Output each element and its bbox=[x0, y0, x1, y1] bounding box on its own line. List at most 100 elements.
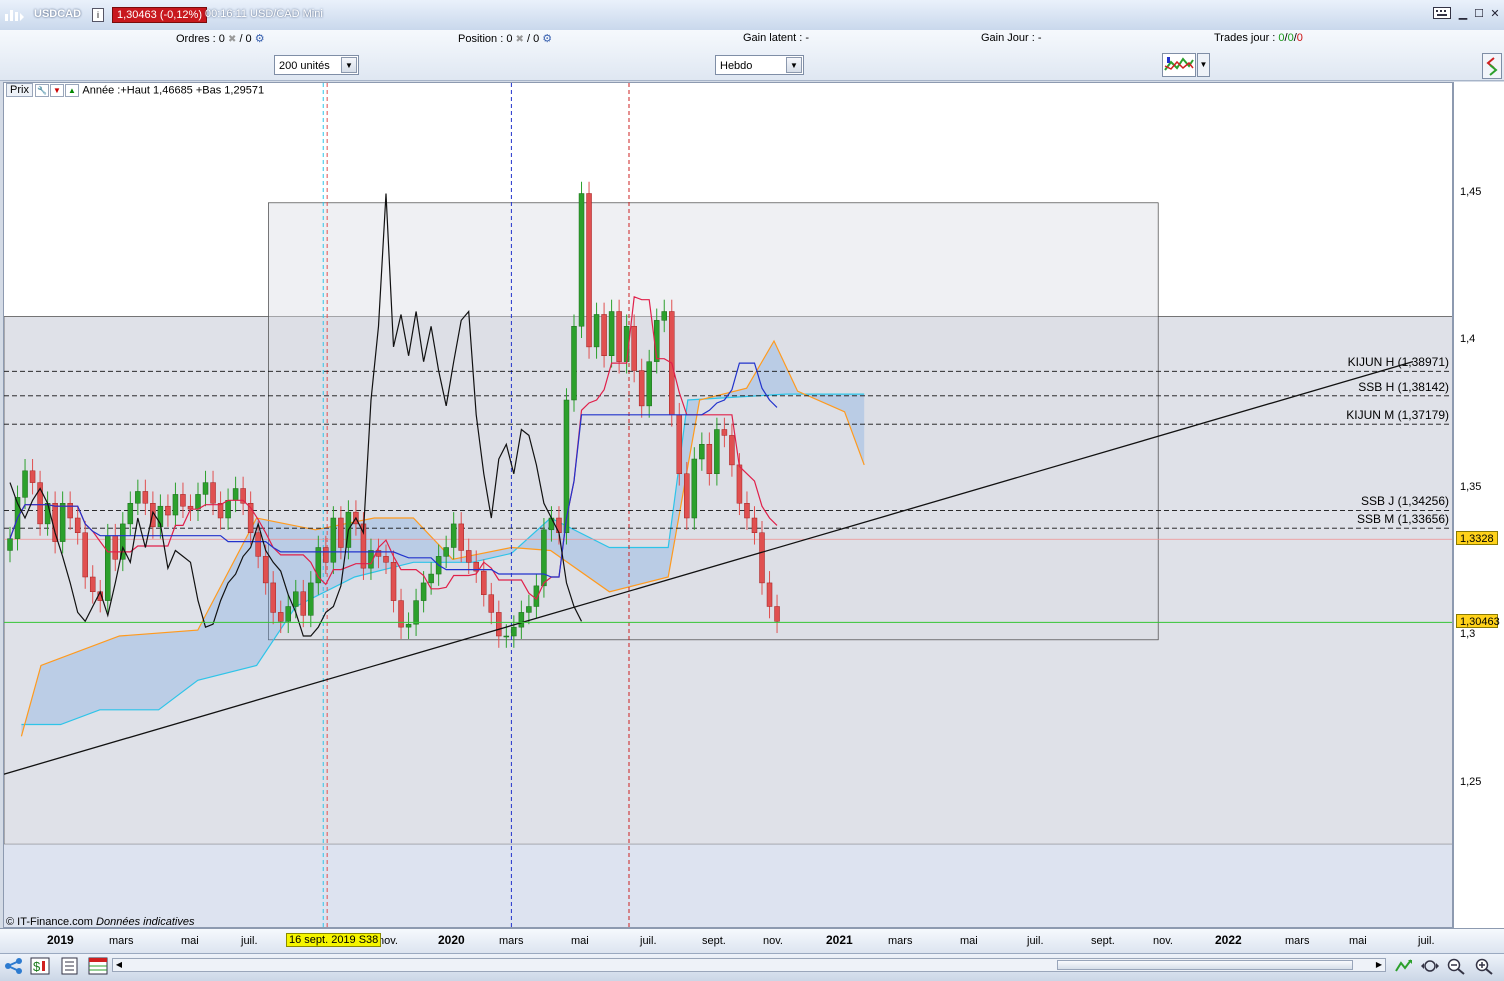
level-label: KIJUN H (1,38971) bbox=[1347, 355, 1449, 370]
chevron-down-icon[interactable]: ▼ bbox=[786, 57, 802, 73]
close-position-icon[interactable]: ✖ bbox=[516, 34, 524, 45]
candle-body bbox=[59, 503, 66, 542]
time-tick-label: mai bbox=[960, 935, 978, 947]
price-series-label[interactable]: Prix bbox=[6, 83, 33, 98]
share-icon[interactable] bbox=[4, 957, 24, 975]
side-panel-toggle[interactable] bbox=[1482, 53, 1502, 79]
time-tick-label: 2022 bbox=[1215, 933, 1242, 947]
candle-body bbox=[593, 314, 600, 348]
candle-body bbox=[210, 482, 216, 504]
cancel-orders-icon[interactable]: ✖ bbox=[228, 34, 236, 45]
arrow-up-icon[interactable]: ▲ bbox=[64, 84, 79, 97]
candle-body bbox=[67, 503, 73, 519]
zoom-out-icon[interactable] bbox=[1446, 957, 1466, 975]
position-settings-icon[interactable]: ⚙ bbox=[542, 33, 552, 45]
candle-body bbox=[638, 370, 645, 407]
close-button[interactable]: ✕ bbox=[1488, 7, 1502, 21]
level-label: SSB M (1,33656) bbox=[1356, 512, 1449, 527]
time-tick-label: mars bbox=[1285, 935, 1310, 947]
time-tick-label: juil. bbox=[241, 935, 258, 947]
candle-body bbox=[526, 606, 532, 613]
candle-body bbox=[293, 591, 299, 607]
list-icon[interactable] bbox=[60, 957, 80, 975]
period-select[interactable]: Hebdo ▼ bbox=[715, 55, 804, 75]
candle-body bbox=[232, 488, 239, 501]
candle-body bbox=[383, 556, 389, 563]
candle-body bbox=[277, 612, 284, 622]
candle-body bbox=[676, 414, 683, 474]
time-tick-label: sept. bbox=[702, 935, 726, 947]
candle-body bbox=[661, 311, 667, 321]
price-tick-label: 1,4 bbox=[1460, 333, 1476, 345]
candle-body bbox=[496, 612, 502, 637]
units-select[interactable]: 200 unités ▼ bbox=[274, 55, 359, 75]
position-label: Position : bbox=[458, 33, 504, 45]
candle-body bbox=[578, 193, 585, 327]
time-tick-label: nov. bbox=[1153, 935, 1173, 947]
auto-scroll-icon[interactable] bbox=[1394, 957, 1414, 975]
candle-body bbox=[413, 600, 419, 625]
table-icon[interactable] bbox=[88, 957, 108, 975]
candle-body bbox=[165, 505, 171, 516]
candle-body bbox=[699, 444, 705, 460]
time-axis[interactable] bbox=[0, 928, 1504, 953]
time-tick-label: mai bbox=[181, 935, 199, 947]
candle-body bbox=[774, 606, 780, 622]
time-tick-label: juil. bbox=[1418, 935, 1435, 947]
arrow-down-icon[interactable]: ▼ bbox=[49, 84, 64, 97]
trades-stat: Trades jour : 0/0/0 bbox=[1214, 32, 1303, 44]
last-price-label: 1,30463 bbox=[1456, 614, 1500, 629]
price-axis[interactable] bbox=[1453, 82, 1504, 928]
price-tick-label: 1,3 bbox=[1460, 628, 1476, 640]
orders-label: Ordres : bbox=[176, 33, 216, 45]
time-tick-label: 2019 bbox=[47, 933, 74, 947]
candle-body bbox=[105, 535, 111, 601]
price-chart[interactable] bbox=[3, 82, 1453, 928]
candle-body bbox=[112, 535, 119, 560]
candle-body bbox=[127, 503, 134, 525]
candle-body bbox=[458, 523, 464, 551]
fit-zoom-icon[interactable] bbox=[1420, 957, 1440, 975]
window-title: 00:16:11 USD/CAD Mini bbox=[205, 8, 323, 20]
candle-body bbox=[180, 494, 186, 507]
units-select-value: 200 unités bbox=[279, 60, 330, 72]
wrench-icon[interactable]: 🔧 bbox=[34, 84, 49, 97]
position-stat: Position : 0 ✖ / 0 ⚙ bbox=[458, 32, 552, 45]
position-value: 0 bbox=[506, 33, 513, 45]
scroll-right-icon[interactable]: ▶ bbox=[1373, 959, 1385, 971]
gain-latent: Gain latent : - bbox=[743, 32, 810, 44]
scrollbar-thumb[interactable] bbox=[1057, 960, 1353, 970]
dollar-order-icon[interactable]: $ bbox=[30, 957, 50, 975]
candle-body bbox=[766, 582, 773, 607]
time-tick-label: mai bbox=[571, 935, 589, 947]
chevron-down-icon[interactable]: ▼ bbox=[341, 57, 357, 73]
maximize-button[interactable]: ☐ bbox=[1472, 7, 1486, 21]
candle-body bbox=[714, 429, 720, 474]
candle-body bbox=[7, 538, 13, 551]
scroll-left-icon[interactable]: ◀ bbox=[113, 959, 125, 971]
time-scrollbar[interactable]: ◀ ▶ bbox=[112, 958, 1386, 972]
lower-band bbox=[4, 844, 1452, 927]
candle-body bbox=[405, 623, 412, 628]
info-icon[interactable]: i bbox=[92, 8, 104, 22]
orders-settings-icon[interactable]: ⚙ bbox=[255, 33, 265, 45]
time-tick-label: juil. bbox=[1027, 935, 1044, 947]
candle-body bbox=[420, 582, 427, 601]
candle-body bbox=[300, 591, 307, 616]
keyboard-icon[interactable] bbox=[1432, 7, 1452, 21]
candle-body bbox=[511, 626, 517, 637]
indicators-button[interactable] bbox=[1162, 53, 1196, 77]
candle-body bbox=[563, 399, 570, 533]
candle-body bbox=[684, 473, 690, 519]
candle-body bbox=[202, 482, 209, 495]
zoom-in-icon[interactable] bbox=[1474, 957, 1494, 975]
chart-canvas[interactable] bbox=[4, 83, 1453, 928]
gain-jour: Gain Jour : - bbox=[981, 32, 1042, 44]
indicators-dropdown-icon[interactable]: ▼ bbox=[1197, 53, 1210, 77]
candle-body bbox=[608, 311, 615, 356]
minimize-button[interactable]: ▁ bbox=[1456, 7, 1470, 21]
candle-body bbox=[586, 193, 592, 348]
candle-body bbox=[571, 326, 577, 401]
candle-body bbox=[390, 562, 397, 601]
cursor-date-label: 16 sept. 2019 S38 bbox=[286, 933, 382, 947]
